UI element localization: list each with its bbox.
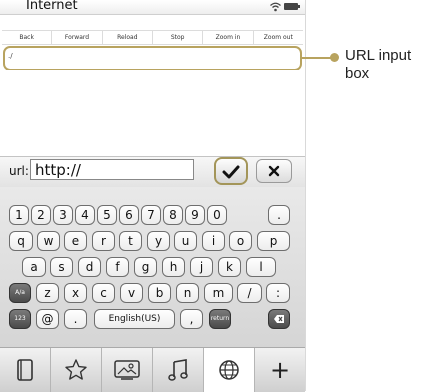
key-at[interactable]: @ bbox=[36, 309, 59, 329]
key-j[interactable]: j bbox=[190, 257, 213, 277]
dock-notebook[interactable] bbox=[0, 348, 51, 392]
key-k[interactable]: k bbox=[218, 257, 241, 277]
key-5[interactable]: 5 bbox=[97, 205, 117, 225]
keyboard-row-2: q w e r t y u i o p bbox=[0, 231, 305, 253]
key-b[interactable]: b bbox=[148, 283, 171, 303]
key-i[interactable]: i bbox=[202, 231, 225, 251]
keyboard-row-4: A/a z x c v b n m / : bbox=[0, 283, 305, 305]
cancel-button[interactable] bbox=[256, 159, 292, 183]
key-numbers[interactable]: 123 bbox=[9, 309, 31, 329]
music-icon bbox=[168, 359, 188, 381]
reload-button[interactable]: Reload bbox=[103, 31, 153, 44]
status-bar: Internet bbox=[0, 0, 305, 15]
key-e[interactable]: e bbox=[64, 231, 87, 251]
key-period[interactable]: . bbox=[268, 205, 290, 225]
stop-button[interactable]: Stop bbox=[153, 31, 204, 44]
app-dock: + bbox=[0, 347, 305, 392]
key-4[interactable]: 4 bbox=[75, 205, 95, 225]
app-title: Internet bbox=[26, 0, 78, 13]
photo-icon bbox=[114, 360, 140, 380]
key-l[interactable]: l bbox=[246, 257, 276, 277]
key-t[interactable]: t bbox=[119, 231, 142, 251]
key-6[interactable]: 6 bbox=[119, 205, 139, 225]
key-c[interactable]: c bbox=[92, 283, 115, 303]
key-v[interactable]: v bbox=[120, 283, 143, 303]
key-dot[interactable]: . bbox=[64, 309, 87, 329]
notebook-icon bbox=[17, 359, 33, 381]
key-0[interactable]: 0 bbox=[207, 205, 227, 225]
key-1[interactable]: 1 bbox=[9, 205, 29, 225]
callout-line bbox=[300, 57, 332, 59]
key-9[interactable]: 9 bbox=[185, 205, 205, 225]
key-g[interactable]: g bbox=[134, 257, 157, 277]
dock-internet[interactable] bbox=[204, 348, 255, 392]
browser-toolbar: Back Forward Reload Stop Zoom in Zoom ou… bbox=[2, 30, 303, 45]
key-h[interactable]: h bbox=[162, 257, 185, 277]
key-backspace[interactable] bbox=[268, 309, 290, 329]
globe-icon bbox=[219, 360, 239, 380]
zoom-in-button[interactable]: Zoom in bbox=[203, 31, 254, 44]
key-comma[interactable]: , bbox=[180, 309, 203, 329]
key-o[interactable]: o bbox=[229, 231, 252, 251]
key-m[interactable]: m bbox=[204, 283, 233, 303]
keyboard-row-1: 1 2 3 4 5 6 7 8 9 0 . bbox=[0, 205, 305, 227]
key-r[interactable]: r bbox=[92, 231, 115, 251]
dock-music[interactable] bbox=[153, 348, 204, 392]
key-x[interactable]: x bbox=[64, 283, 87, 303]
web-content-area[interactable] bbox=[2, 70, 303, 155]
key-slash[interactable]: / bbox=[237, 283, 262, 303]
key-2[interactable]: 2 bbox=[31, 205, 51, 225]
key-y[interactable]: y bbox=[147, 231, 170, 251]
key-s[interactable]: s bbox=[50, 257, 73, 277]
url-entry-row: url: http:// bbox=[0, 156, 305, 187]
key-p[interactable]: p bbox=[257, 231, 290, 251]
key-u[interactable]: u bbox=[174, 231, 197, 251]
zoom-out-button[interactable]: Zoom out bbox=[254, 31, 303, 44]
add-icon: + bbox=[269, 356, 291, 384]
key-z[interactable]: z bbox=[36, 283, 59, 303]
callout-label: URL input box bbox=[345, 47, 412, 82]
star-icon bbox=[65, 359, 87, 380]
battery-icon bbox=[284, 3, 300, 10]
key-n[interactable]: n bbox=[176, 283, 199, 303]
key-7[interactable]: 7 bbox=[141, 205, 161, 225]
key-return[interactable]: return bbox=[209, 309, 231, 329]
url-input-box[interactable]: ./ bbox=[3, 46, 302, 71]
key-8[interactable]: 8 bbox=[163, 205, 183, 225]
backspace-icon bbox=[274, 315, 284, 323]
checkmark-icon bbox=[222, 165, 240, 179]
keyboard-row-3: a s d f g h j k l bbox=[0, 257, 305, 279]
url-entry-field[interactable]: http:// bbox=[30, 159, 194, 180]
key-space-language[interactable]: English(US) bbox=[94, 309, 175, 329]
back-button[interactable]: Back bbox=[2, 31, 53, 44]
key-q[interactable]: q bbox=[9, 231, 33, 251]
device-screen: Internet Back Forward Reload Stop Zoom i… bbox=[0, 0, 306, 392]
callout-dot bbox=[330, 53, 339, 62]
key-w[interactable]: w bbox=[37, 231, 60, 251]
url-label: url: bbox=[9, 164, 29, 178]
key-a[interactable]: a bbox=[22, 257, 46, 277]
wifi-icon bbox=[270, 2, 281, 12]
url-address-text: ./ bbox=[8, 52, 13, 60]
keyboard-row-5: 123 @ . English(US) , return bbox=[0, 309, 305, 331]
on-screen-keyboard: 1 2 3 4 5 6 7 8 9 0 . q w e r t y u i o … bbox=[0, 187, 305, 347]
key-colon[interactable]: : bbox=[266, 283, 290, 303]
key-3[interactable]: 3 bbox=[53, 205, 73, 225]
dock-favorites[interactable] bbox=[51, 348, 102, 392]
dock-photos[interactable] bbox=[102, 348, 153, 392]
confirm-button[interactable] bbox=[214, 157, 248, 185]
key-d[interactable]: d bbox=[78, 257, 101, 277]
forward-button[interactable]: Forward bbox=[52, 31, 103, 44]
close-icon bbox=[268, 165, 280, 177]
key-shift[interactable]: A/a bbox=[9, 283, 31, 303]
key-f[interactable]: f bbox=[106, 257, 129, 277]
dock-add[interactable]: + bbox=[255, 348, 305, 392]
